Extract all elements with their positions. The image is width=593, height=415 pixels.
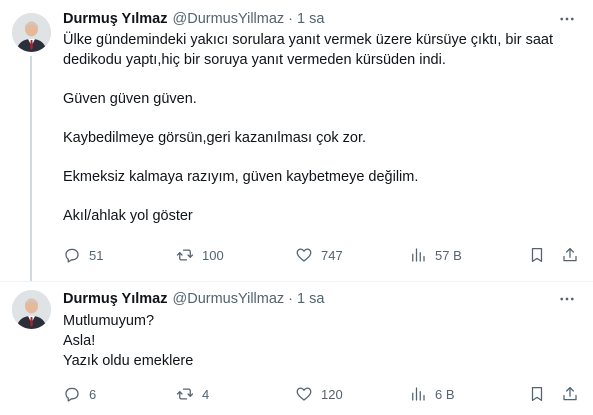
like-button[interactable]: 120 (295, 383, 343, 405)
more-icon[interactable] (555, 9, 579, 29)
reply-button[interactable]: 51 (63, 244, 103, 266)
tweet[interactable]: Durmuş Yılmaz @DurmusYillmaz · 1 sa Ülke… (0, 0, 593, 282)
heart-icon (296, 248, 312, 262)
retweet-icon (176, 249, 194, 261)
views-count: 57 B (435, 247, 462, 263)
heart-icon (296, 387, 312, 401)
thread-connector-line (30, 56, 32, 282)
tweet-thread: Durmuş Yılmaz @DurmusYillmaz · 1 sa Ülke… (0, 0, 593, 415)
share-icon (563, 386, 577, 401)
tweet-paragraph: Ekmeksiz kalmaya razıyım, güven kaybetme… (63, 169, 419, 185)
bookmark-button[interactable] (528, 383, 546, 405)
like-count: 747 (321, 247, 343, 263)
like-button[interactable]: 747 (295, 244, 343, 266)
tweet-timestamp[interactable]: 1 sa (297, 9, 324, 29)
share-button[interactable] (561, 244, 579, 266)
bookmark-button[interactable] (528, 244, 546, 266)
views-icon (412, 387, 425, 401)
tweet-actions: 6 4 120 6 B (63, 383, 583, 405)
tweet-line: Yazık oldu emeklere (63, 353, 194, 369)
tweet-header: Durmuş Yılmaz @DurmusYillmaz · 1 sa (63, 9, 324, 29)
author-name[interactable]: Durmuş Yılmaz (63, 289, 168, 309)
tweet-paragraph: Ülke gündemindeki yakıcı sorulara yanıt … (63, 32, 553, 68)
tweet-actions: 51 100 747 57 B (63, 244, 583, 266)
avatar[interactable] (12, 290, 51, 329)
views-icon (412, 248, 425, 262)
tweet-text: Mutlumuyum? Asla! Yazık oldu emeklere (63, 311, 583, 371)
bookmark-icon (531, 386, 543, 402)
separator-dot: · (288, 11, 294, 27)
reply-icon (65, 387, 79, 402)
retweet-button[interactable]: 100 (176, 244, 224, 266)
share-button[interactable] (561, 383, 579, 405)
tweet-header: Durmuş Yılmaz @DurmusYillmaz · 1 sa (63, 289, 324, 309)
tweet-paragraph: Kaybedilmeye görsün,geri kazanılması çok… (63, 130, 367, 146)
separator-dot: · (288, 291, 294, 307)
tweet-timestamp[interactable]: 1 sa (297, 289, 324, 309)
tweet-paragraph: Akıl/ahlak yol göster (63, 208, 193, 224)
author-handle[interactable]: @DurmusYillmaz (173, 9, 285, 29)
tweet-text: Ülke gündemindeki yakıcı sorulara yanıt … (63, 30, 583, 226)
tweet-line: Asla! (63, 333, 96, 349)
retweet-button[interactable]: 4 (176, 383, 209, 405)
avatar[interactable] (12, 13, 51, 52)
tweet-paragraph: Güven güven güven. (63, 91, 197, 107)
views-button[interactable]: 6 B (409, 383, 455, 405)
reply-count: 51 (89, 247, 104, 263)
share-icon (563, 247, 577, 262)
bookmark-icon (531, 247, 543, 263)
retweet-count: 100 (202, 247, 224, 263)
like-count: 120 (321, 386, 343, 402)
author-name[interactable]: Durmuş Yılmaz (63, 9, 168, 29)
more-icon[interactable] (555, 289, 579, 309)
reply-count: 6 (89, 386, 97, 402)
reply-icon (65, 248, 79, 263)
author-handle[interactable]: @DurmusYillmaz (173, 289, 285, 309)
views-button[interactable]: 57 B (409, 244, 462, 266)
reply-button[interactable]: 6 (63, 383, 96, 405)
views-count: 6 B (435, 386, 455, 402)
retweet-icon (176, 388, 194, 400)
tweet-line: Mutlumuyum? (63, 313, 155, 329)
retweet-count: 4 (202, 386, 210, 402)
tweet[interactable]: Durmuş Yılmaz @DurmusYillmaz · 1 sa Mutl… (0, 281, 593, 415)
